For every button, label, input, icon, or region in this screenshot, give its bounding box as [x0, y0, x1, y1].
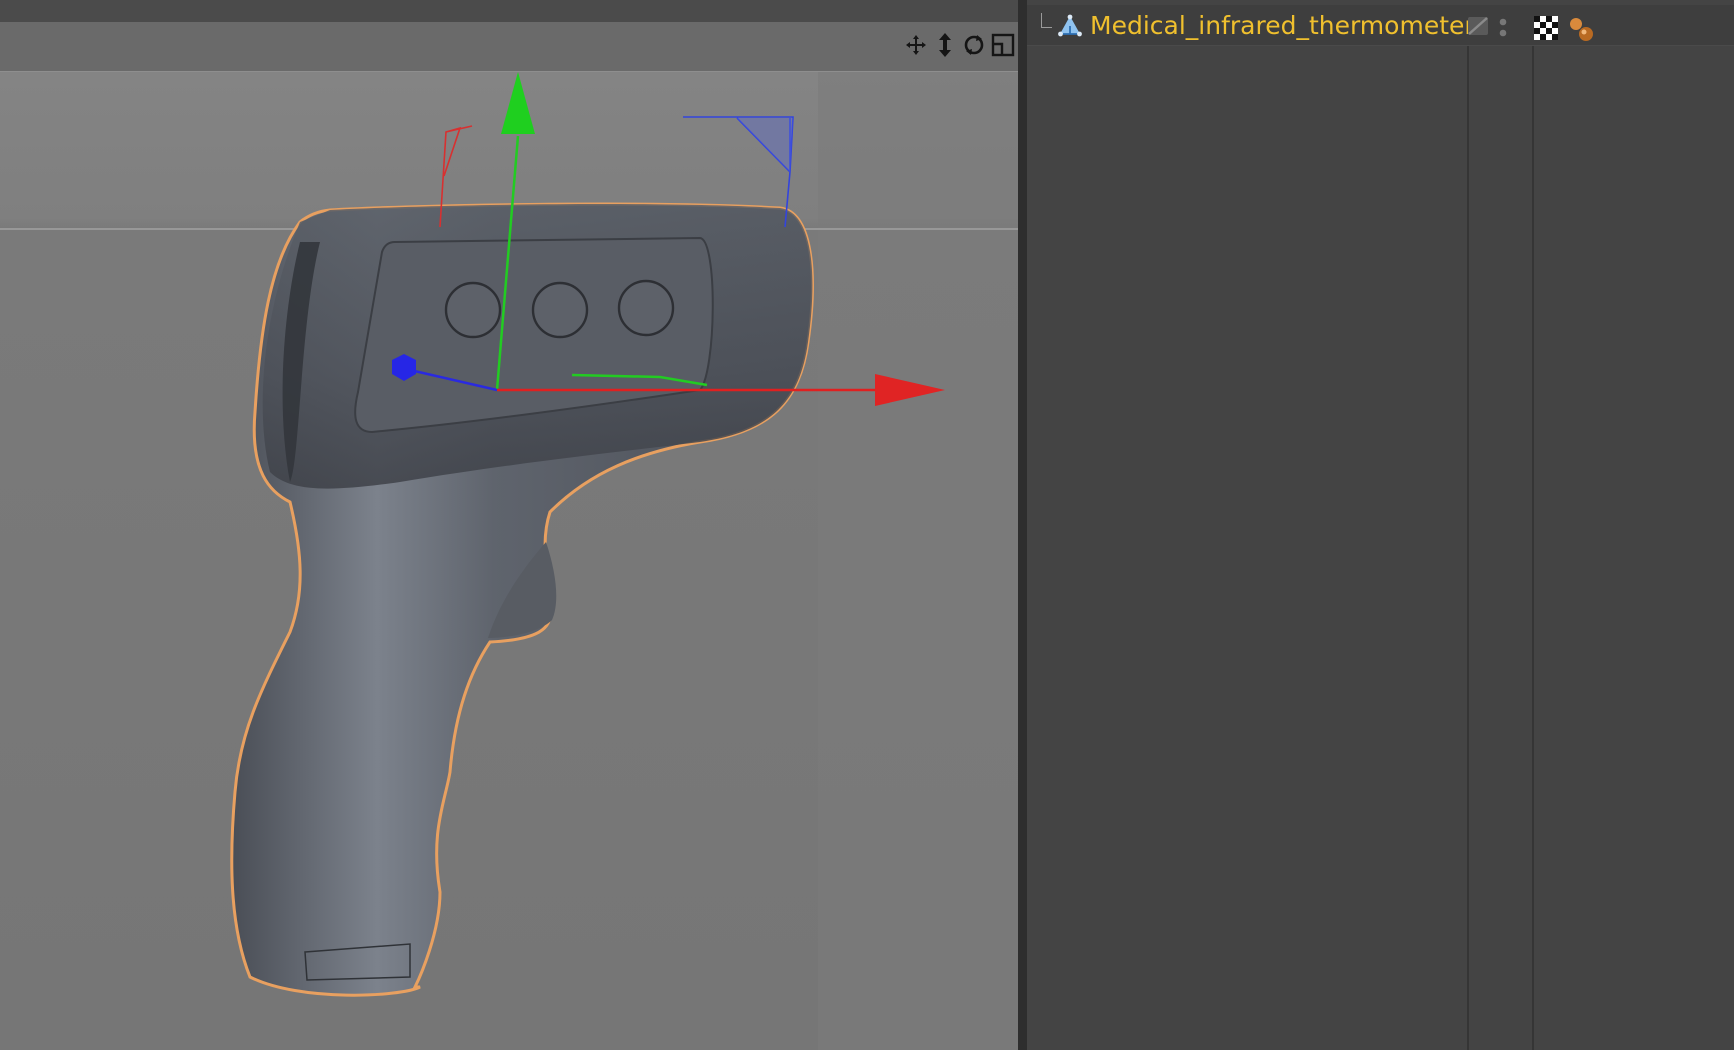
- visibility-dots-icon[interactable]: [1497, 17, 1509, 43]
- editor-render-toggle-icon[interactable]: [1467, 16, 1489, 40]
- object-name[interactable]: Medical_infrared_thermometer: [1090, 11, 1475, 40]
- column-divider[interactable]: [1532, 5, 1534, 1050]
- view-navigation-icons: [903, 31, 1016, 59]
- viewport-menu-bar: [0, 22, 1018, 72]
- material-tag-icon[interactable]: [1567, 15, 1595, 47]
- dolly-view-icon[interactable]: [932, 31, 958, 59]
- polygon-object-icon: [1057, 14, 1083, 42]
- move-view-icon[interactable]: [903, 31, 929, 59]
- rotate-view-icon[interactable]: [961, 31, 987, 59]
- thermometer-model[interactable]: [230, 202, 814, 997]
- viewport-top-bar: [0, 0, 1018, 22]
- object-row[interactable]: Medical_infrared_thermometer: [1027, 5, 1734, 46]
- panel-divider[interactable]: [1018, 0, 1027, 1050]
- perspective-viewport[interactable]: [0, 72, 1018, 1050]
- tree-connector: [1041, 13, 1052, 28]
- checker-texture-tag-icon[interactable]: [1534, 16, 1558, 44]
- y-axis-arrow-icon[interactable]: [501, 72, 535, 134]
- object-manager: Medical_infrared_thermometer: [1027, 0, 1734, 1050]
- column-divider[interactable]: [1467, 5, 1469, 1050]
- maximize-view-icon[interactable]: [990, 31, 1016, 59]
